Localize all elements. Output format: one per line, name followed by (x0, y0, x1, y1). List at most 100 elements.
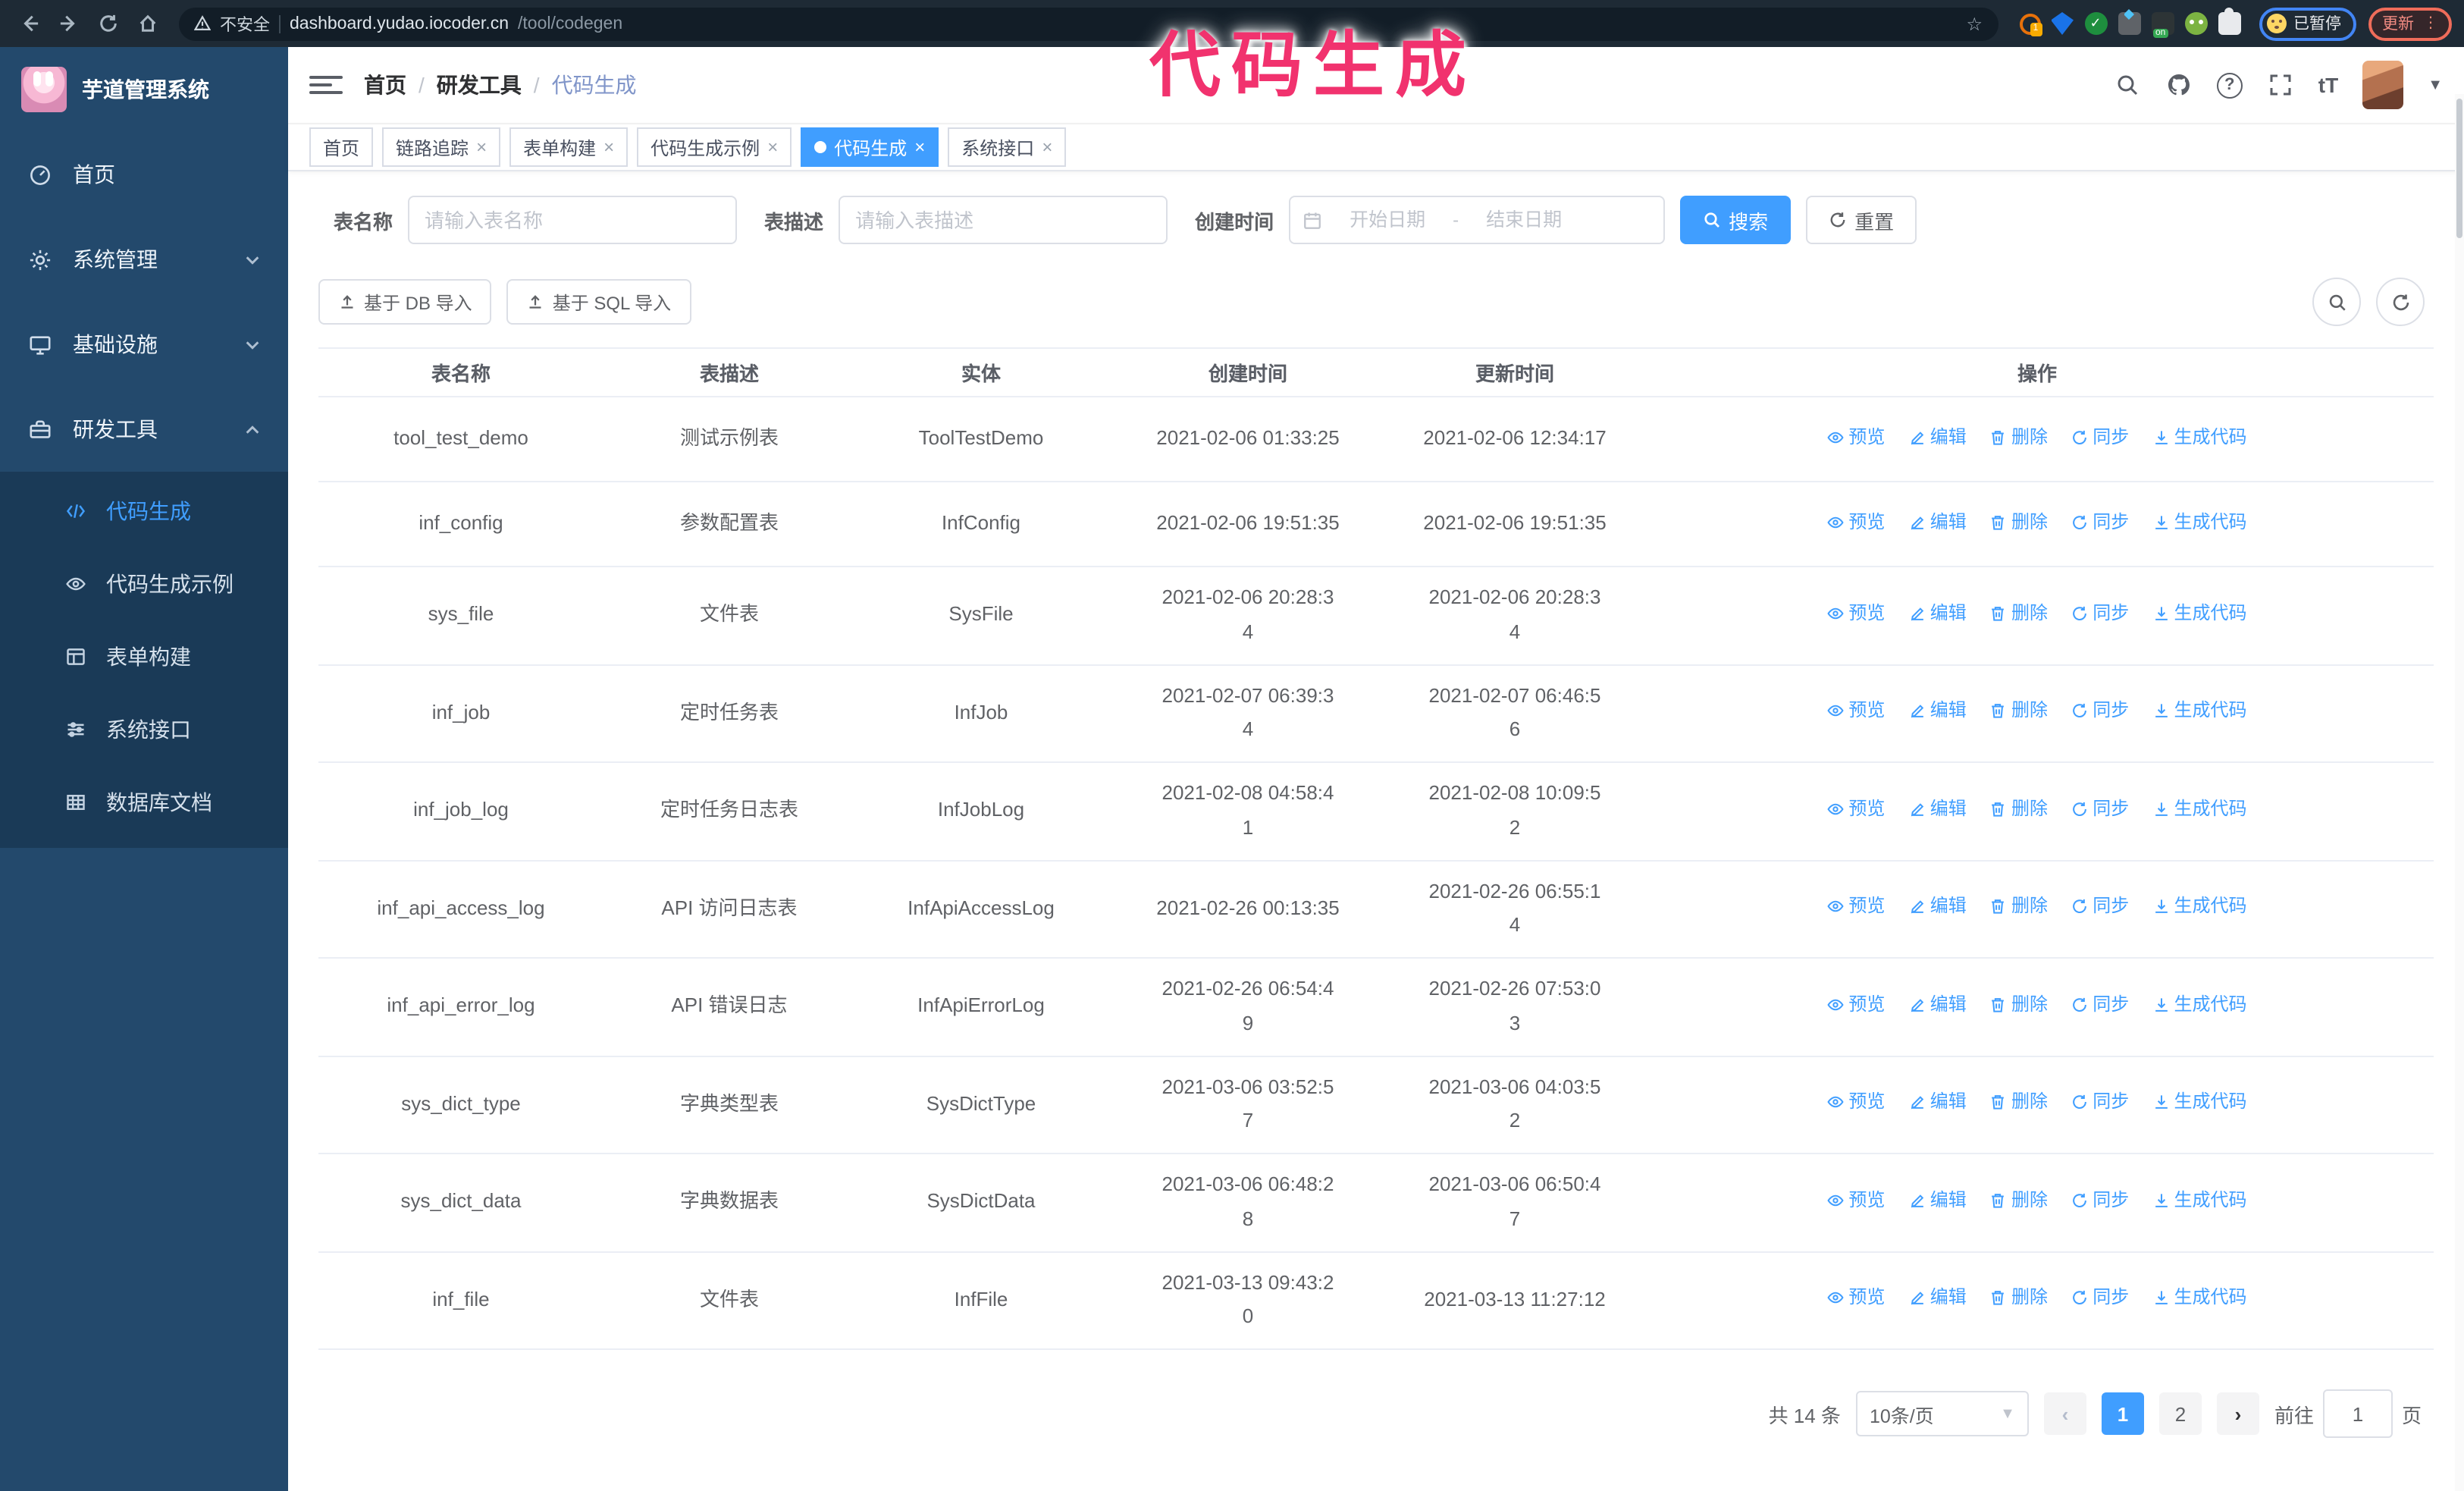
preview-link[interactable]: 预览 (1827, 695, 1885, 727)
page-scrollbar[interactable] (2455, 94, 2464, 1491)
refresh-extension-icon[interactable]: 1 (2019, 13, 2042, 36)
reload-icon[interactable] (91, 7, 124, 40)
user-avatar[interactable] (2362, 61, 2404, 109)
delete-link[interactable]: 删除 (1990, 793, 2048, 825)
next-page-button[interactable]: › (2216, 1392, 2259, 1435)
preview-link[interactable]: 预览 (1827, 1282, 1885, 1314)
search-button[interactable]: 搜索 (1680, 196, 1792, 244)
generate-code-link[interactable]: 生成代码 (2153, 1282, 2247, 1314)
close-icon[interactable]: × (914, 138, 925, 156)
tab-form-builder[interactable]: 表单构建 × (509, 127, 629, 167)
generate-code-link[interactable]: 生成代码 (2153, 695, 2247, 727)
sidebar-item-codegen-example[interactable]: 代码生成示例 (0, 548, 288, 620)
delete-link[interactable]: 删除 (1990, 1087, 2048, 1119)
preview-link[interactable]: 预览 (1827, 793, 1885, 825)
sidebar-item-system[interactable]: 系统管理 (0, 217, 288, 302)
grid-extension-icon[interactable] (2118, 12, 2140, 35)
address-bar[interactable]: 不安全 dashboard.yudao.iocoder.cn/tool/code… (179, 7, 1998, 40)
edit-link[interactable]: 编辑 (1909, 793, 1967, 825)
sync-link[interactable]: 同步 (2071, 891, 2129, 923)
sync-link[interactable]: 同步 (2071, 1185, 2129, 1216)
sync-link[interactable]: 同步 (2071, 989, 2129, 1021)
sidebar-logo[interactable]: 芋道管理系统 (0, 47, 288, 132)
close-icon[interactable]: × (603, 138, 614, 156)
tab-codegen[interactable]: 代码生成 × (801, 127, 939, 167)
gem-extension-icon[interactable] (2051, 12, 2074, 35)
preview-link[interactable]: 预览 (1827, 891, 1885, 923)
check-extension-icon[interactable]: ✓ (2084, 12, 2107, 35)
prev-page-button[interactable]: ‹ (2043, 1392, 2086, 1435)
edit-link[interactable]: 编辑 (1909, 1185, 1967, 1216)
browser-update-button[interactable]: 更新 ⋮ (2368, 7, 2452, 40)
generate-code-link[interactable]: 生成代码 (2153, 1185, 2247, 1216)
show-search-button[interactable] (2312, 278, 2361, 326)
sync-link[interactable]: 同步 (2071, 1282, 2129, 1314)
search-icon[interactable] (2114, 71, 2141, 99)
delete-link[interactable]: 删除 (1990, 989, 2048, 1021)
scrollbar-thumb[interactable] (2456, 99, 2462, 238)
edit-link[interactable]: 编辑 (1909, 989, 1967, 1021)
delete-link[interactable]: 删除 (1990, 1185, 2048, 1216)
delete-link[interactable]: 删除 (1990, 506, 2048, 538)
extensions-puzzle-icon[interactable] (2218, 8, 2240, 35)
edit-link[interactable]: 编辑 (1909, 1282, 1967, 1314)
close-icon[interactable]: × (767, 138, 778, 156)
date-range-picker[interactable]: - (1289, 196, 1666, 244)
tab-codegen-example[interactable]: 代码生成示例 × (637, 127, 792, 167)
refresh-table-button[interactable] (2376, 278, 2425, 326)
sidebar-item-codegen[interactable]: 代码生成 (0, 475, 288, 548)
profile-paused-badge[interactable]: 已暂停 (2259, 7, 2356, 40)
forward-icon[interactable] (52, 7, 85, 40)
generate-code-link[interactable]: 生成代码 (2153, 598, 2247, 629)
github-icon[interactable] (2165, 71, 2193, 99)
sync-link[interactable]: 同步 (2071, 421, 2129, 453)
goto-page-input[interactable] (2322, 1389, 2393, 1438)
edit-link[interactable]: 编辑 (1909, 506, 1967, 538)
page-button-1[interactable]: 1 (2101, 1392, 2144, 1435)
robot-extension-icon[interactable] (2184, 12, 2207, 35)
delete-link[interactable]: 删除 (1990, 598, 2048, 629)
table-name-input[interactable] (408, 196, 738, 244)
delete-link[interactable]: 删除 (1990, 1282, 2048, 1314)
sync-link[interactable]: 同步 (2071, 793, 2129, 825)
generate-code-link[interactable]: 生成代码 (2153, 891, 2247, 923)
delete-link[interactable]: 删除 (1990, 891, 2048, 923)
delete-link[interactable]: 删除 (1990, 421, 2048, 453)
preview-link[interactable]: 预览 (1827, 1185, 1885, 1216)
generate-code-link[interactable]: 生成代码 (2153, 421, 2247, 453)
sidebar-item-db-doc[interactable]: 数据库文档 (0, 766, 288, 839)
switch-extension-icon[interactable] (2151, 12, 2174, 38)
sidebar-item-form-builder[interactable]: 表单构建 (0, 620, 288, 693)
sql-import-button[interactable]: 基于 SQL 导入 (506, 279, 691, 325)
delete-link[interactable]: 删除 (1990, 695, 2048, 727)
home-icon[interactable] (130, 7, 164, 40)
end-date-input[interactable] (1468, 208, 1581, 232)
preview-link[interactable]: 预览 (1827, 506, 1885, 538)
back-icon[interactable] (12, 7, 45, 40)
tab-api[interactable]: 系统接口 × (948, 127, 1067, 167)
font-size-icon[interactable]: tT (2318, 73, 2338, 97)
edit-link[interactable]: 编辑 (1909, 1087, 1967, 1119)
reset-button[interactable]: 重置 (1806, 196, 1917, 244)
sync-link[interactable]: 同步 (2071, 695, 2129, 727)
sidebar-item-infra[interactable]: 基础设施 (0, 302, 288, 387)
fullscreen-icon[interactable] (2267, 71, 2294, 99)
browser-menu-icon[interactable]: ⋮ (2423, 15, 2438, 32)
generate-code-link[interactable]: 生成代码 (2153, 989, 2247, 1021)
page-button-2[interactable]: 2 (2158, 1392, 2202, 1435)
preview-link[interactable]: 预览 (1827, 1087, 1885, 1119)
generate-code-link[interactable]: 生成代码 (2153, 506, 2247, 538)
sidebar-item-home[interactable]: 首页 (0, 132, 288, 217)
generate-code-link[interactable]: 生成代码 (2153, 1087, 2247, 1119)
sync-link[interactable]: 同步 (2071, 1087, 2129, 1119)
edit-link[interactable]: 编辑 (1909, 695, 1967, 727)
table-desc-input[interactable] (839, 196, 1168, 244)
preview-link[interactable]: 预览 (1827, 598, 1885, 629)
help-icon[interactable]: ? (2216, 72, 2243, 98)
edit-link[interactable]: 编辑 (1909, 891, 1967, 923)
close-icon[interactable]: × (1042, 138, 1052, 156)
page-size-select[interactable]: 10条/页 ▼ (1855, 1391, 2029, 1436)
close-icon[interactable]: × (476, 138, 487, 156)
sync-link[interactable]: 同步 (2071, 598, 2129, 629)
start-date-input[interactable] (1331, 208, 1444, 232)
